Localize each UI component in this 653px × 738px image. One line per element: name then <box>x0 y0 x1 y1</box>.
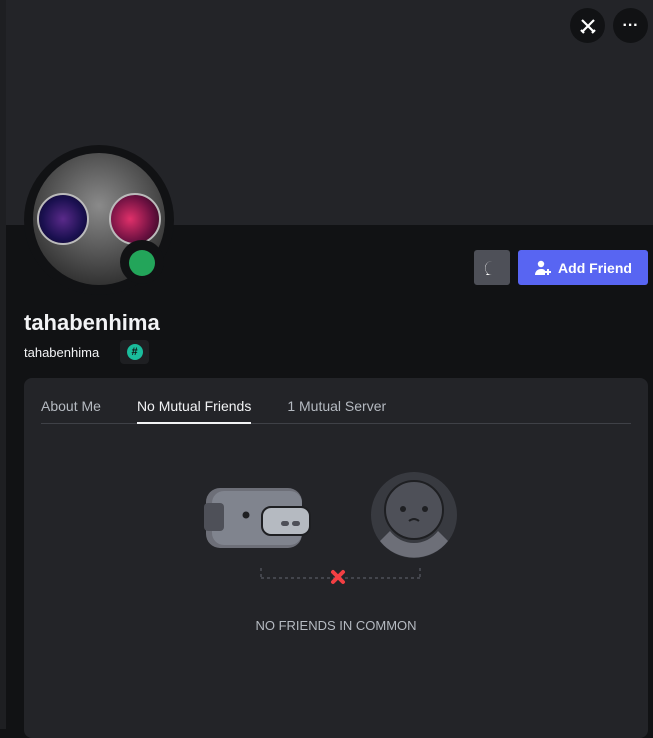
add-friend-button[interactable]: Add Friend <box>518 250 648 285</box>
tab-bar: About Me No Mutual Friends 1 Mutual Serv… <box>41 398 631 424</box>
chat-bubble-icon <box>485 260 492 275</box>
no-friends-illustration <box>204 472 457 584</box>
add-friend-label: Add Friend <box>558 259 632 276</box>
add-user-icon <box>535 260 552 275</box>
swords-icon <box>579 18 596 34</box>
tab-about-me[interactable]: About Me <box>41 398 101 424</box>
message-button[interactable] <box>474 250 510 285</box>
hash-badge-icon: # <box>126 344 143 360</box>
more-options-button[interactable]: ··· <box>613 8 648 43</box>
more-icon: ··· <box>622 16 639 34</box>
x-mark-icon <box>331 570 345 584</box>
tab-mutual-servers[interactable]: 1 Mutual Server <box>287 398 386 424</box>
online-status-indicator <box>129 250 155 276</box>
display-name: tahabenhima <box>24 310 160 335</box>
hypesquad-badge[interactable]: # <box>120 340 149 364</box>
activity-button[interactable] <box>570 8 605 43</box>
profile-tabs-card: About Me No Mutual Friends 1 Mutual Serv… <box>24 378 648 738</box>
username: tahabenhima <box>24 345 100 360</box>
tab-mutual-friends[interactable]: No Mutual Friends <box>136 398 252 424</box>
empty-state-text: NO FRIENDS IN COMMON <box>255 618 417 633</box>
